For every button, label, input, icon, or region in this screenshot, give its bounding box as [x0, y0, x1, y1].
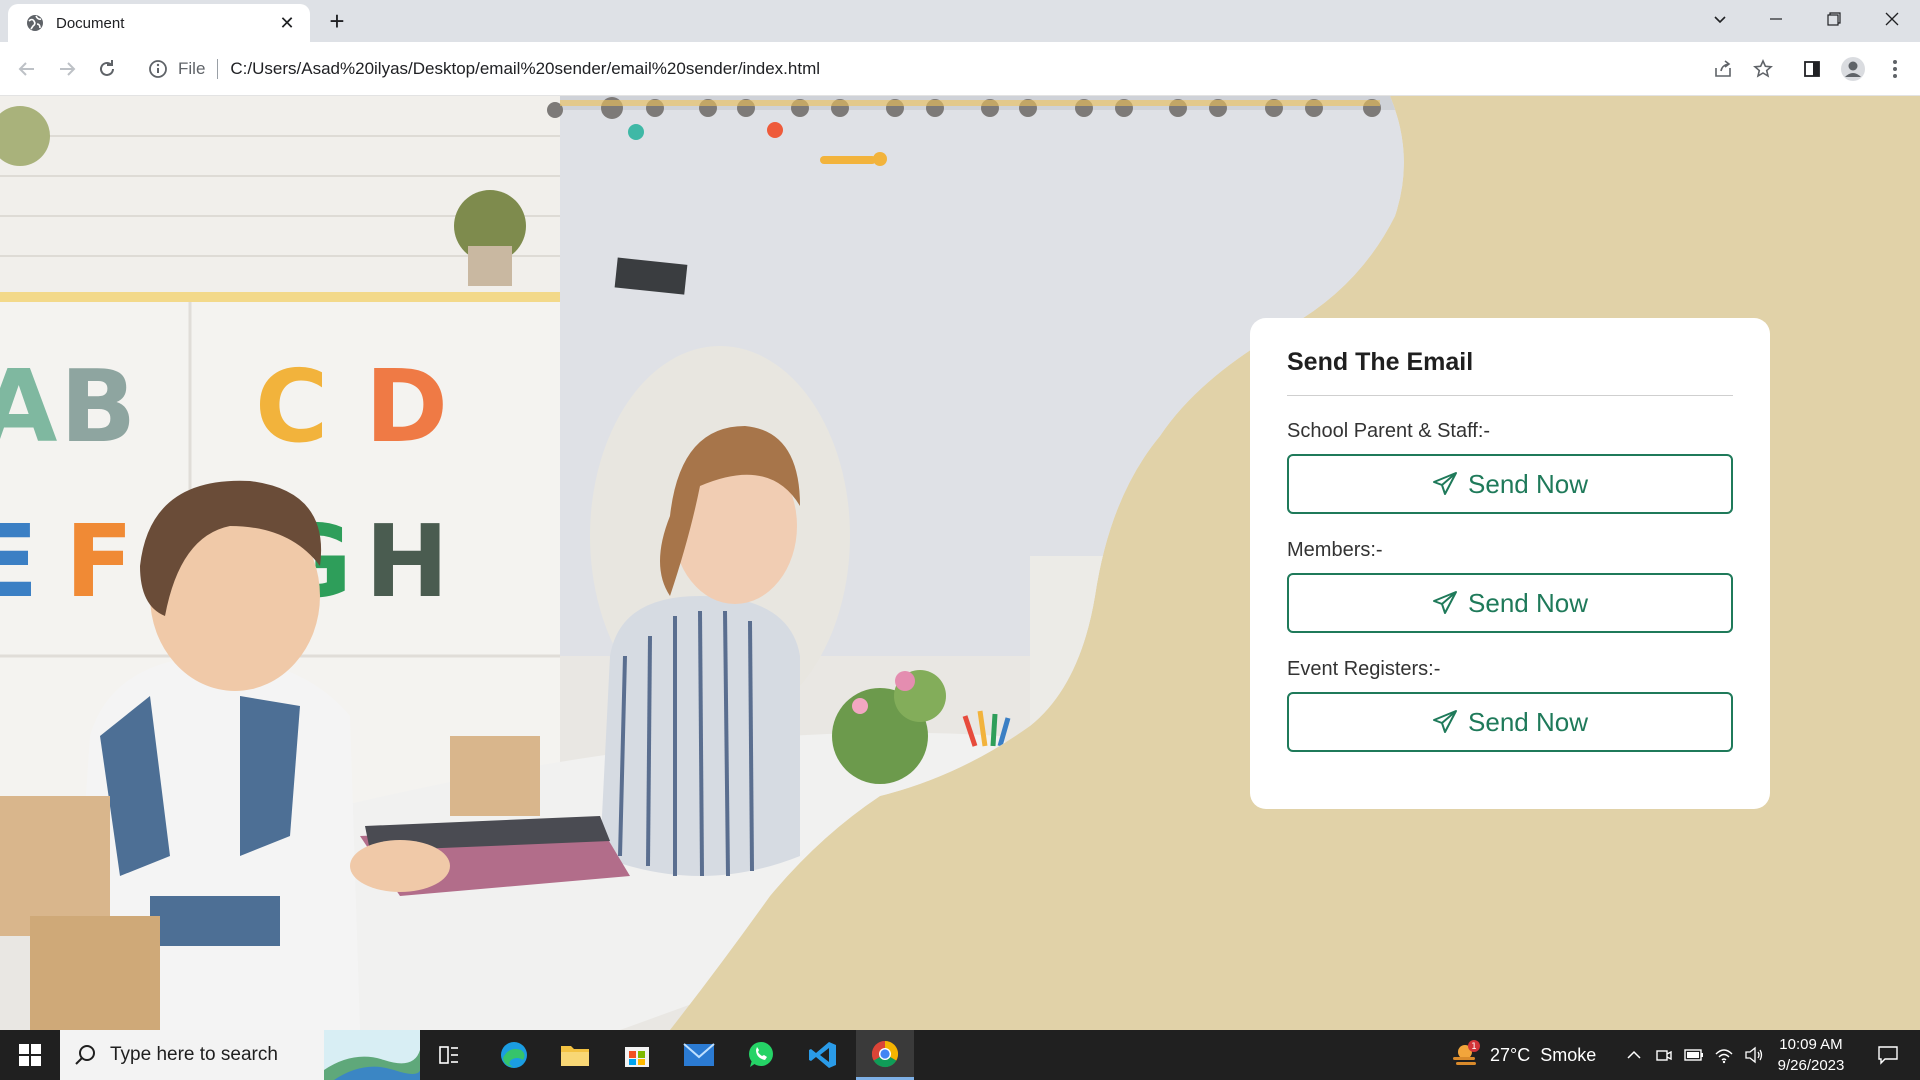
show-hidden-icons-chevron-icon[interactable]: [1622, 1030, 1646, 1080]
paper-plane-icon: [1433, 591, 1458, 614]
side-panel-icon[interactable]: [1797, 54, 1827, 84]
battery-icon[interactable]: [1682, 1030, 1706, 1080]
page-content: A B C D E F G H: [0, 96, 1920, 1030]
send-now-button-members[interactable]: Send Now: [1287, 573, 1733, 633]
file-explorer-icon[interactable]: [546, 1030, 604, 1080]
globe-icon: [27, 15, 43, 31]
scheme-label: File: [178, 59, 206, 78]
search-highlight-illustration-icon: [324, 1030, 420, 1080]
tab-title: Document: [56, 14, 125, 32]
weather-widget[interactable]: 1 27°C Smoke: [1450, 1030, 1596, 1080]
weather-alert-badge: 1: [1471, 1042, 1477, 1052]
wifi-icon[interactable]: [1712, 1030, 1736, 1080]
windows-start-icon[interactable]: [0, 1030, 60, 1080]
weather-text: 27°C Smoke: [1490, 1044, 1597, 1065]
address-bar[interactable]: File C:/Users/Asad%20ilyas/Desktop/email…: [136, 48, 1781, 90]
minimize-icon[interactable]: [1748, 0, 1804, 38]
card-title: Send The Email: [1287, 348, 1733, 396]
svg-text:C: C: [255, 348, 328, 465]
microsoft-store-icon[interactable]: [608, 1030, 666, 1080]
address-divider: [217, 59, 219, 79]
forward-icon[interactable]: [52, 54, 82, 84]
svg-text:D: D: [365, 348, 448, 465]
tab-search-icon[interactable]: [1692, 0, 1748, 38]
mail-app-icon[interactable]: [670, 1030, 728, 1080]
svg-text:A: A: [0, 348, 57, 465]
edge-browser-icon[interactable]: [485, 1030, 543, 1080]
info-icon[interactable]: [148, 59, 168, 79]
svg-text:H: H: [365, 503, 449, 620]
clock-date: 9/26/2023: [1777, 1057, 1845, 1074]
clock-time: 10:09 AM: [1779, 1036, 1843, 1053]
paper-plane-icon: [1433, 710, 1458, 733]
send-now-label: Send Now: [1468, 706, 1588, 737]
bookmark-star-icon[interactable]: [1748, 54, 1778, 84]
taskbar-search-box[interactable]: Type here to search: [60, 1030, 420, 1080]
send-now-button-event-registers[interactable]: Send Now: [1287, 692, 1733, 752]
address-url[interactable]: C:/Users/Asad%20ilyas/Desktop/email%20se…: [230, 59, 820, 79]
browser-toolbar: File C:/Users/Asad%20ilyas/Desktop/email…: [0, 42, 1920, 96]
new-tab-button[interactable]: +: [322, 6, 352, 36]
group-label-school-parent-staff: School Parent & Staff:-: [1287, 420, 1491, 442]
meet-now-icon[interactable]: [1652, 1030, 1676, 1080]
vscode-icon[interactable]: [794, 1030, 852, 1080]
close-tab-icon[interactable]: ✕: [276, 12, 298, 34]
weather-smoke-icon: 1: [1453, 1040, 1480, 1065]
send-now-label: Send Now: [1468, 587, 1588, 618]
search-icon: [75, 1045, 95, 1065]
svg-text:B: B: [60, 348, 136, 465]
close-window-icon[interactable]: [1864, 0, 1920, 38]
volume-icon[interactable]: [1742, 1030, 1766, 1080]
menu-kebab-icon[interactable]: [1880, 54, 1910, 84]
task-view-icon[interactable]: [420, 1030, 478, 1080]
paper-plane-icon: [1433, 472, 1458, 495]
reload-icon[interactable]: [92, 54, 122, 84]
whatsapp-icon[interactable]: [732, 1030, 790, 1080]
profile-avatar-icon[interactable]: [1838, 54, 1868, 84]
share-icon[interactable]: [1708, 54, 1738, 84]
back-icon[interactable]: [12, 54, 42, 84]
group-label-event-registers: Event Registers:-: [1287, 658, 1441, 680]
system-clock[interactable]: 10:09 AM 9/26/2023: [1770, 1034, 1852, 1076]
svg-text:F: F: [65, 503, 133, 620]
send-email-card: Send The Email School Parent & Staff:- S…: [1250, 318, 1770, 809]
chrome-icon[interactable]: [856, 1030, 914, 1080]
group-label-members: Members:-: [1287, 539, 1383, 561]
windows-taskbar: Type here to search 1 27°C Smoke 10:09 A…: [0, 1030, 1920, 1080]
browser-tab[interactable]: Document ✕: [8, 4, 310, 42]
send-now-button-school-parent-staff[interactable]: Send Now: [1287, 454, 1733, 514]
send-now-label: Send Now: [1468, 468, 1588, 499]
tab-strip: Document ✕ +: [0, 0, 1920, 42]
svg-text:E: E: [0, 503, 38, 620]
restore-icon[interactable]: [1806, 0, 1862, 38]
search-placeholder: Type here to search: [110, 1044, 278, 1065]
notifications-icon[interactable]: [1868, 1030, 1908, 1080]
